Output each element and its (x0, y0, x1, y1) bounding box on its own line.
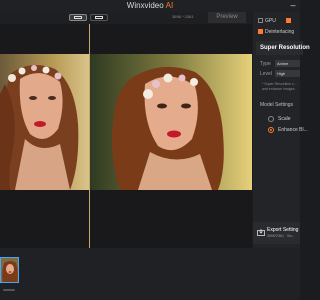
super-resolution-note-line2: and enhance images. (262, 87, 296, 91)
minimize-button[interactable]: – (288, 0, 298, 10)
scale-label: Scale (278, 116, 291, 122)
export-setting-subtext: 3696*2361 · Sm... (267, 234, 296, 238)
app-title: Winxvideo AI (0, 1, 300, 10)
model-settings-label: Model Settings (260, 102, 294, 108)
enhance-radio[interactable] (268, 127, 274, 133)
deinterlacing-checkbox[interactable] (258, 29, 263, 34)
compare-slider-handle[interactable] (89, 24, 90, 248)
enhanced-portrait-image (90, 54, 252, 190)
super-resolution-title: Super Resolution (260, 45, 310, 51)
export-icon (257, 229, 265, 236)
app-title-text: Winxvideo (126, 1, 164, 10)
super-resolution-note-line1: * Super Resolution c... (262, 82, 297, 86)
preview-button[interactable]: Preview (208, 12, 246, 23)
level-select[interactable]: High (275, 70, 300, 77)
deinterlacing-label: Deinterlacing (265, 29, 295, 35)
filmstrip-scroll-handle[interactable] (3, 289, 15, 291)
type-label: Type (260, 61, 271, 67)
app-title-ai: AI (165, 1, 174, 10)
gpu-label: GPU (265, 18, 276, 24)
level-label: Level (260, 71, 272, 77)
original-image-pane (0, 54, 89, 190)
thumbnail-image (1, 258, 18, 282)
resolution-info: 3696 * 2361 (172, 14, 194, 19)
enhance-label: Enhance Bl... (278, 127, 308, 133)
side-by-side-view-toggle[interactable] (90, 14, 108, 21)
filmstrip-thumbnail[interactable] (0, 257, 19, 283)
type-select[interactable]: Anime (275, 60, 300, 67)
denoise-checkbox[interactable] (286, 18, 291, 23)
original-portrait-image (0, 54, 89, 190)
enhanced-image-pane (90, 54, 252, 190)
filmstrip (0, 248, 300, 300)
export-setting-label: Export Setting (267, 227, 299, 233)
title-bar: Winxvideo AI – (0, 0, 300, 12)
scale-radio[interactable] (268, 116, 274, 122)
export-setting-button[interactable]: Export Setting 3696*2361 · Sm... (253, 222, 300, 244)
split-view-toggle[interactable] (69, 14, 87, 21)
gpu-checkbox[interactable] (258, 18, 263, 23)
